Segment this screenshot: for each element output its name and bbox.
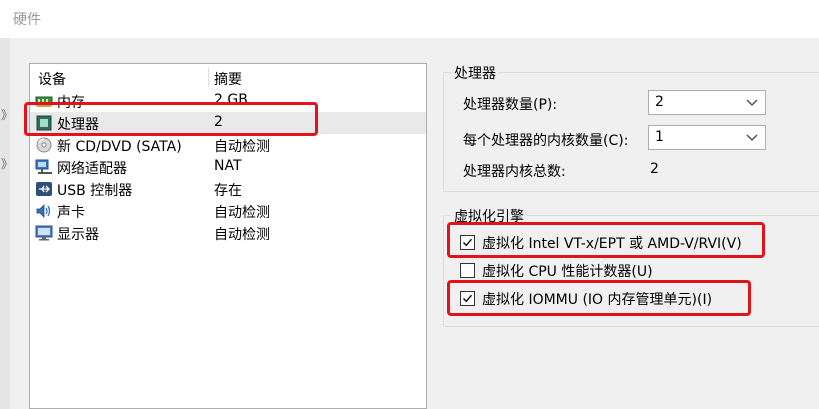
sound-card-icon — [35, 203, 53, 219]
network-adapter-icon — [35, 159, 53, 175]
device-name: 新 CD/DVD (SATA) — [57, 139, 182, 155]
highlight-processor-row — [24, 102, 318, 136]
device-name: 网络适配器 — [57, 161, 127, 177]
processor-count-value: 2 — [655, 94, 664, 110]
highlight-vtx-option — [447, 222, 765, 258]
device-summary: NAT — [214, 158, 242, 174]
device-row-usb-controller[interactable]: USB 控制器 存在 — [30, 178, 426, 200]
processor-group-label: 处理器 — [451, 63, 499, 83]
virtualize-cpu-perf-checkbox[interactable] — [460, 263, 475, 278]
column-header-device[interactable]: 设备 — [38, 69, 66, 89]
column-separator[interactable] — [208, 67, 209, 87]
display-icon — [35, 225, 53, 241]
device-summary: 自动检测 — [214, 139, 270, 155]
usb-icon — [35, 181, 53, 197]
device-name: 声卡 — [57, 205, 85, 221]
processor-count-select[interactable]: 2 — [648, 90, 766, 115]
device-name: USB 控制器 — [57, 183, 133, 199]
total-cores-label: 处理器内核总数: — [463, 164, 566, 180]
highlight-iommu-option — [447, 280, 751, 316]
background-window-edge: 》 》 — [0, 38, 13, 409]
device-summary: 自动检测 — [214, 205, 270, 221]
device-summary: 存在 — [214, 183, 242, 199]
chevron-down-icon — [745, 128, 759, 146]
chevron-down-icon — [745, 93, 759, 111]
device-list-header: 设备 摘要 — [30, 64, 426, 90]
device-row-cd-dvd[interactable]: 新 CD/DVD (SATA) 自动检测 — [30, 134, 426, 156]
device-row-network-adapter[interactable]: 网络适配器 NAT — [30, 156, 426, 178]
device-row-display[interactable]: 显示器 自动检测 — [30, 222, 426, 244]
window-title: 硬件 — [13, 12, 41, 28]
cores-per-processor-label: 每个处理器的内核数量(C): — [463, 133, 629, 149]
cores-per-processor-select[interactable]: 1 — [648, 125, 766, 150]
processor-count-label: 处理器数量(P): — [463, 97, 558, 113]
total-cores-value: 2 — [650, 161, 659, 177]
device-name: 显示器 — [57, 227, 99, 243]
virtualize-cpu-perf-label: 虚拟化 CPU 性能计数器(U) — [482, 264, 653, 280]
device-summary: 自动检测 — [214, 227, 270, 243]
cd-dvd-icon — [35, 137, 53, 153]
cores-per-processor-value: 1 — [655, 129, 664, 145]
title-bar: 硬件 — [0, 0, 819, 38]
column-header-summary[interactable]: 摘要 — [214, 69, 242, 89]
device-row-sound-card[interactable]: 声卡 自动检测 — [30, 200, 426, 222]
